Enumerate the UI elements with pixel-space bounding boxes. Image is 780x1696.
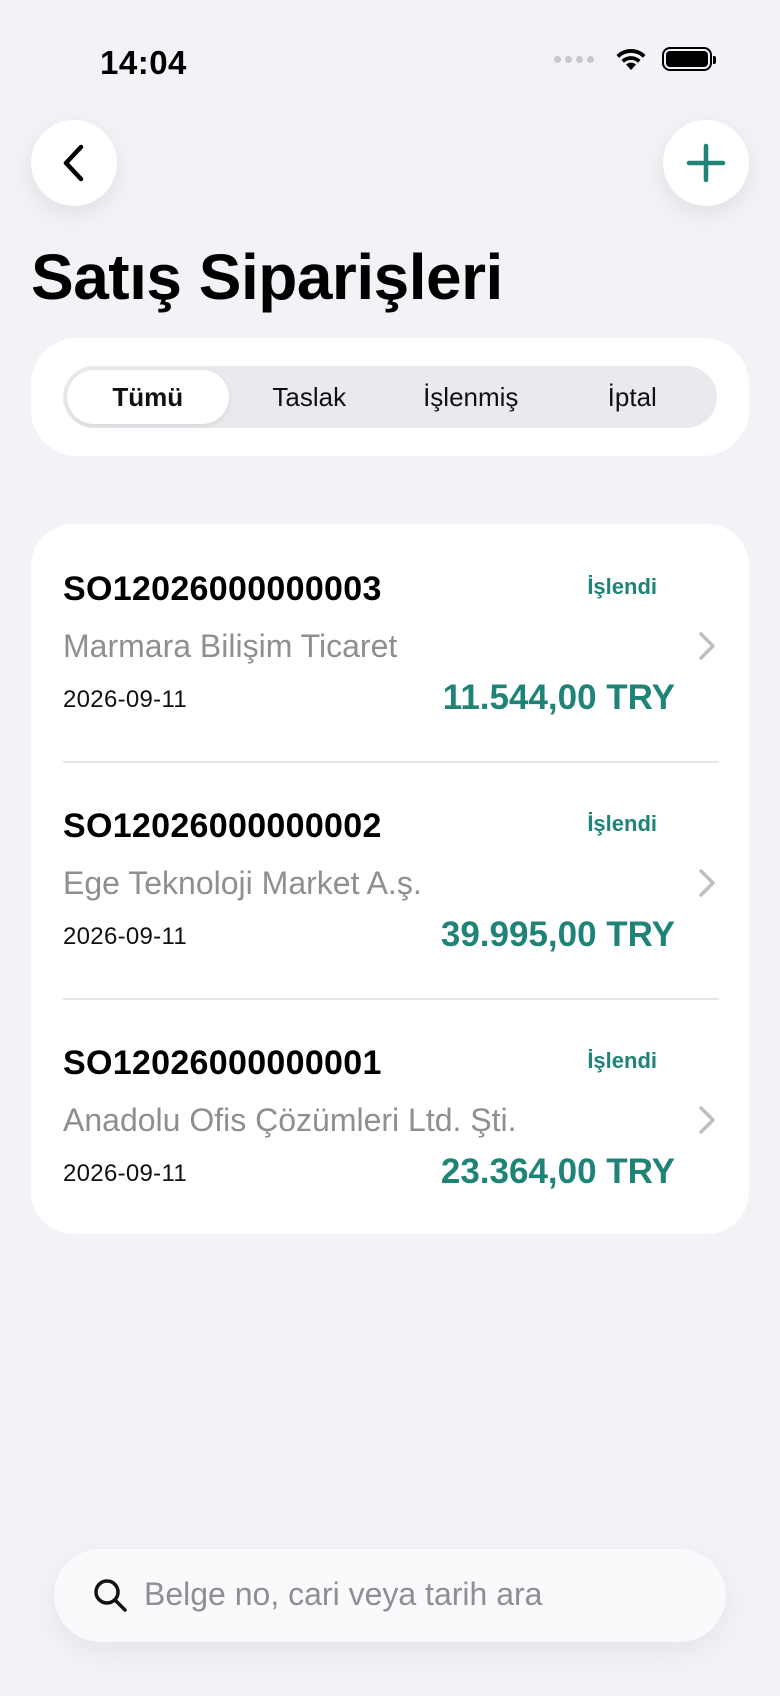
order-row[interactable]: SO12026000000001 İşlendi Anadolu Ofis Çö… — [31, 998, 749, 1234]
segment-processed[interactable]: İşlenmiş — [390, 370, 552, 424]
filter-card: Tümü Taslak İşlenmiş İptal — [31, 338, 749, 456]
search-icon — [94, 1579, 127, 1612]
status-badge: İşlendi — [587, 574, 657, 599]
order-date: 2026-09-11 — [63, 1160, 187, 1187]
plus-icon — [686, 143, 726, 183]
order-row[interactable]: SO12026000000002 İşlendi Ege Teknoloji M… — [31, 761, 749, 998]
order-number: SO12026000000002 — [63, 807, 382, 845]
search-input[interactable]: Belge no, cari veya tarih ara — [144, 1576, 542, 1613]
status-bar: 14:04 — [0, 0, 780, 110]
chevron-right-icon — [699, 869, 715, 897]
order-amount: 11.544,00 TRY — [442, 678, 675, 717]
order-amount: 23.364,00 TRY — [440, 1152, 675, 1191]
cellular-signal-icon — [554, 55, 594, 63]
status-badge: İşlendi — [587, 811, 657, 836]
customer-name: Ege Teknoloji Market A.ş. — [63, 865, 422, 901]
order-amount: 39.995,00 TRY — [440, 915, 675, 954]
segment-all[interactable]: Tümü — [67, 370, 229, 424]
page-title: Satış Siparişleri — [31, 241, 503, 313]
status-icons — [554, 46, 716, 72]
orders-list: SO12026000000003 İşlendi Marmara Bilişim… — [31, 524, 749, 1234]
status-badge: İşlendi — [587, 1048, 657, 1073]
chevron-left-icon — [63, 144, 84, 182]
battery-icon — [662, 47, 716, 71]
search-bar[interactable]: Belge no, cari veya tarih ara — [54, 1549, 726, 1642]
add-order-button[interactable] — [663, 120, 749, 206]
chevron-right-icon — [699, 632, 715, 660]
chevron-right-icon — [699, 1106, 715, 1134]
status-time: 14:04 — [100, 44, 187, 81]
customer-name: Marmara Bilişim Ticaret — [63, 628, 398, 664]
wifi-icon — [616, 48, 646, 70]
order-date: 2026-09-11 — [63, 923, 187, 950]
status-segmented-control: Tümü Taslak İşlenmiş İptal — [63, 366, 717, 428]
segment-cancelled[interactable]: İptal — [552, 370, 714, 424]
order-date: 2026-09-11 — [63, 686, 187, 713]
customer-name: Anadolu Ofis Çözümleri Ltd. Şti. — [63, 1102, 517, 1138]
order-number: SO12026000000001 — [63, 1044, 382, 1082]
segment-draft[interactable]: Taslak — [229, 370, 391, 424]
back-button[interactable] — [31, 120, 117, 206]
order-number: SO12026000000003 — [63, 570, 382, 608]
order-row[interactable]: SO12026000000003 İşlendi Marmara Bilişim… — [31, 524, 749, 761]
